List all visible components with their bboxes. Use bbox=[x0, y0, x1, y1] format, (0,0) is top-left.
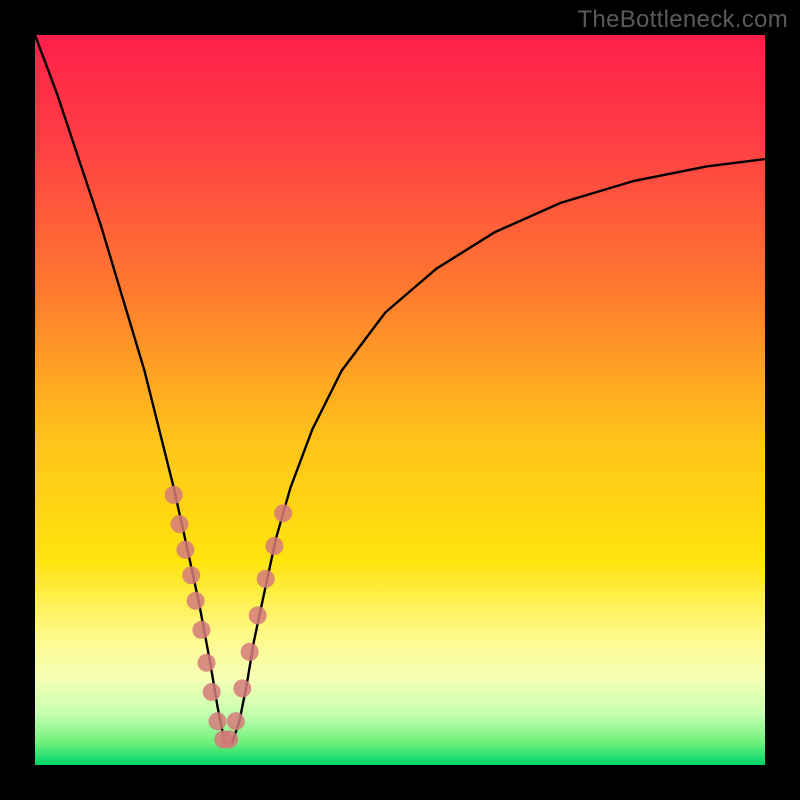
data-point bbox=[209, 712, 227, 730]
data-point bbox=[203, 683, 221, 701]
data-point bbox=[241, 643, 259, 661]
data-point bbox=[176, 541, 194, 559]
chart-container: TheBottleneck.com bbox=[0, 0, 800, 800]
data-point bbox=[233, 679, 251, 697]
data-point bbox=[182, 566, 200, 584]
data-point bbox=[198, 654, 216, 672]
watermark-text: TheBottleneck.com bbox=[577, 6, 788, 34]
data-point bbox=[192, 621, 210, 639]
curve-layer bbox=[35, 35, 765, 765]
plot-area bbox=[35, 35, 765, 765]
data-point bbox=[227, 712, 245, 730]
data-point bbox=[171, 515, 189, 533]
data-point bbox=[187, 592, 205, 610]
bottleneck-curve bbox=[35, 35, 765, 743]
data-point bbox=[257, 570, 275, 588]
data-point bbox=[165, 486, 183, 504]
data-point bbox=[249, 606, 267, 624]
measured-points bbox=[165, 486, 293, 749]
data-point bbox=[265, 537, 283, 555]
data-point bbox=[274, 504, 292, 522]
data-point bbox=[220, 730, 238, 748]
